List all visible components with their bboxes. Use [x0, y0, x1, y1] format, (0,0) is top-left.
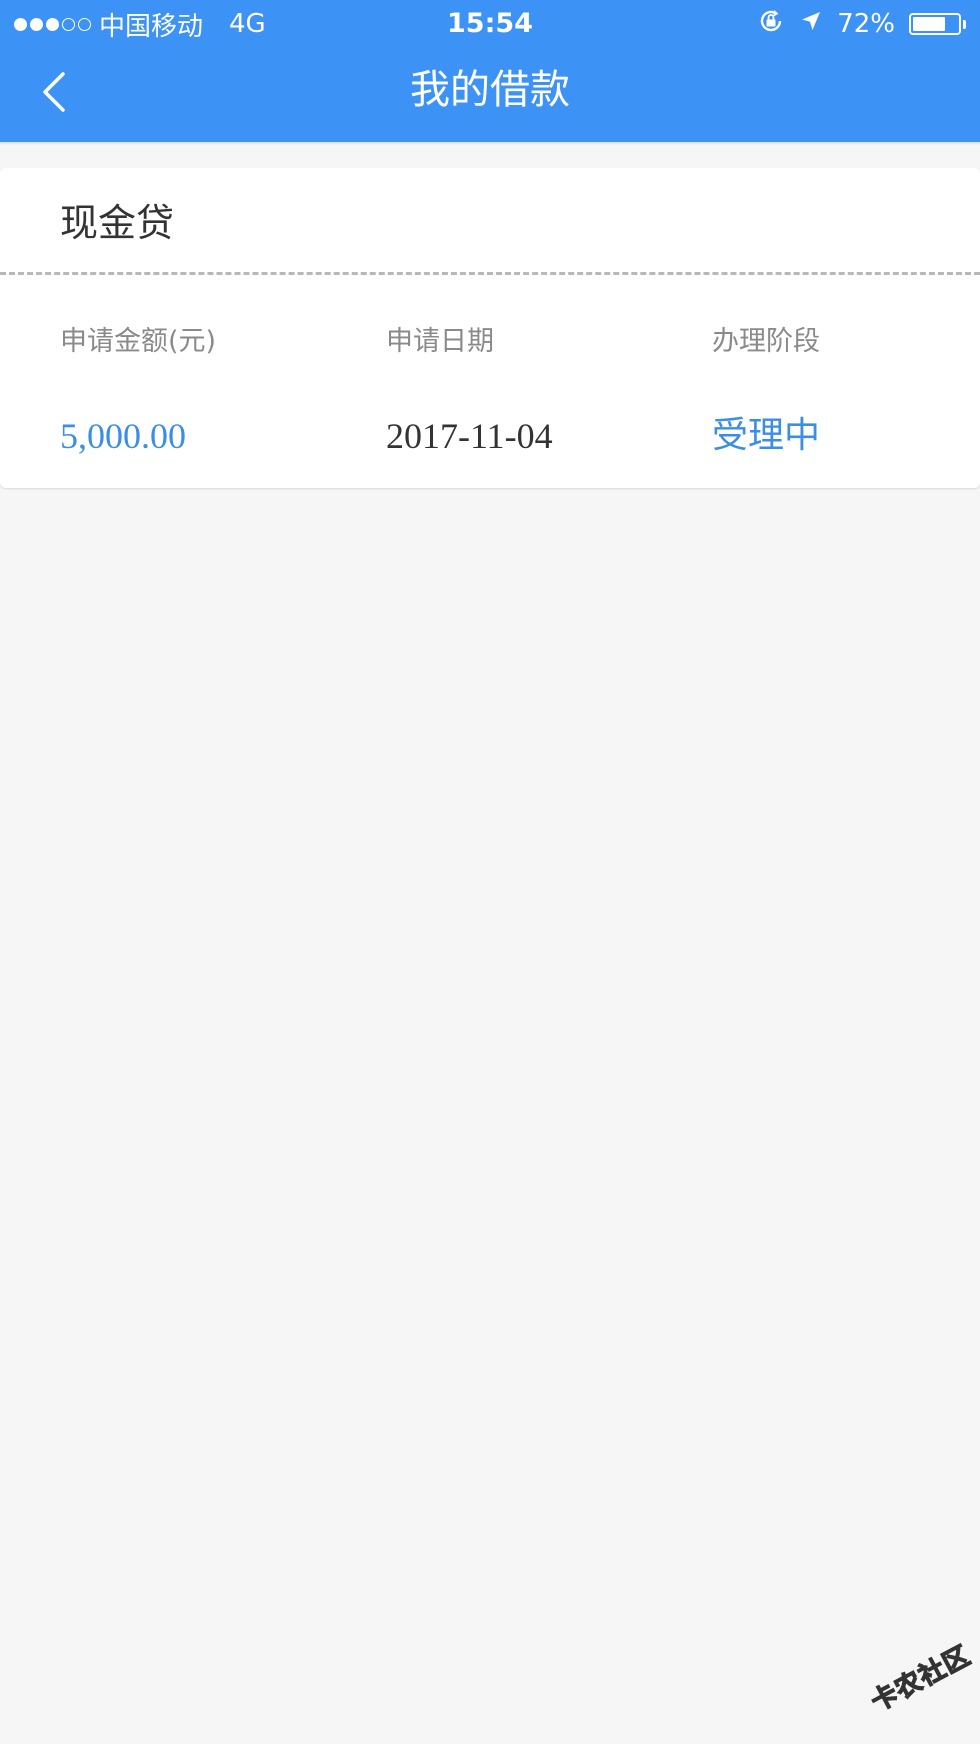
- battery-icon: [909, 13, 966, 35]
- loan-card[interactable]: 现金贷 申请金额(元) 申请日期 办理阶段 5,000.00 2017-11-0…: [0, 168, 980, 488]
- status-bar: 中国移动 4G 15:54 72%: [0, 0, 980, 48]
- amount-label: 申请金额(元): [60, 326, 217, 357]
- battery-fill: [913, 17, 945, 31]
- stage-label: 办理阶段: [712, 326, 820, 357]
- battery-body: [909, 13, 961, 35]
- app-header: 中国移动 4G 15:54 72% 我的借款: [0, 0, 980, 142]
- loan-type-title: 现金贷: [60, 201, 175, 245]
- page-title: 我的借款: [410, 67, 570, 113]
- rotation-lock-icon: [757, 7, 785, 42]
- battery-percent: 72%: [837, 9, 895, 39]
- dashed-divider: [0, 272, 980, 275]
- stage-value: 受理中: [712, 415, 821, 456]
- watermark-text: 卡农社区: [866, 1640, 977, 1718]
- battery-tip: [963, 19, 966, 29]
- nav-bar: 我的借款: [0, 48, 980, 142]
- date-label: 申请日期: [386, 326, 494, 357]
- watermark: 卡农社区: [847, 1612, 980, 1743]
- header-shadow: [0, 142, 980, 145]
- status-right: 72%: [757, 4, 966, 44]
- location-arrow-icon: [799, 9, 823, 40]
- date-value: 2017-11-04: [386, 416, 553, 456]
- amount-value: 5,000.00: [60, 416, 186, 456]
